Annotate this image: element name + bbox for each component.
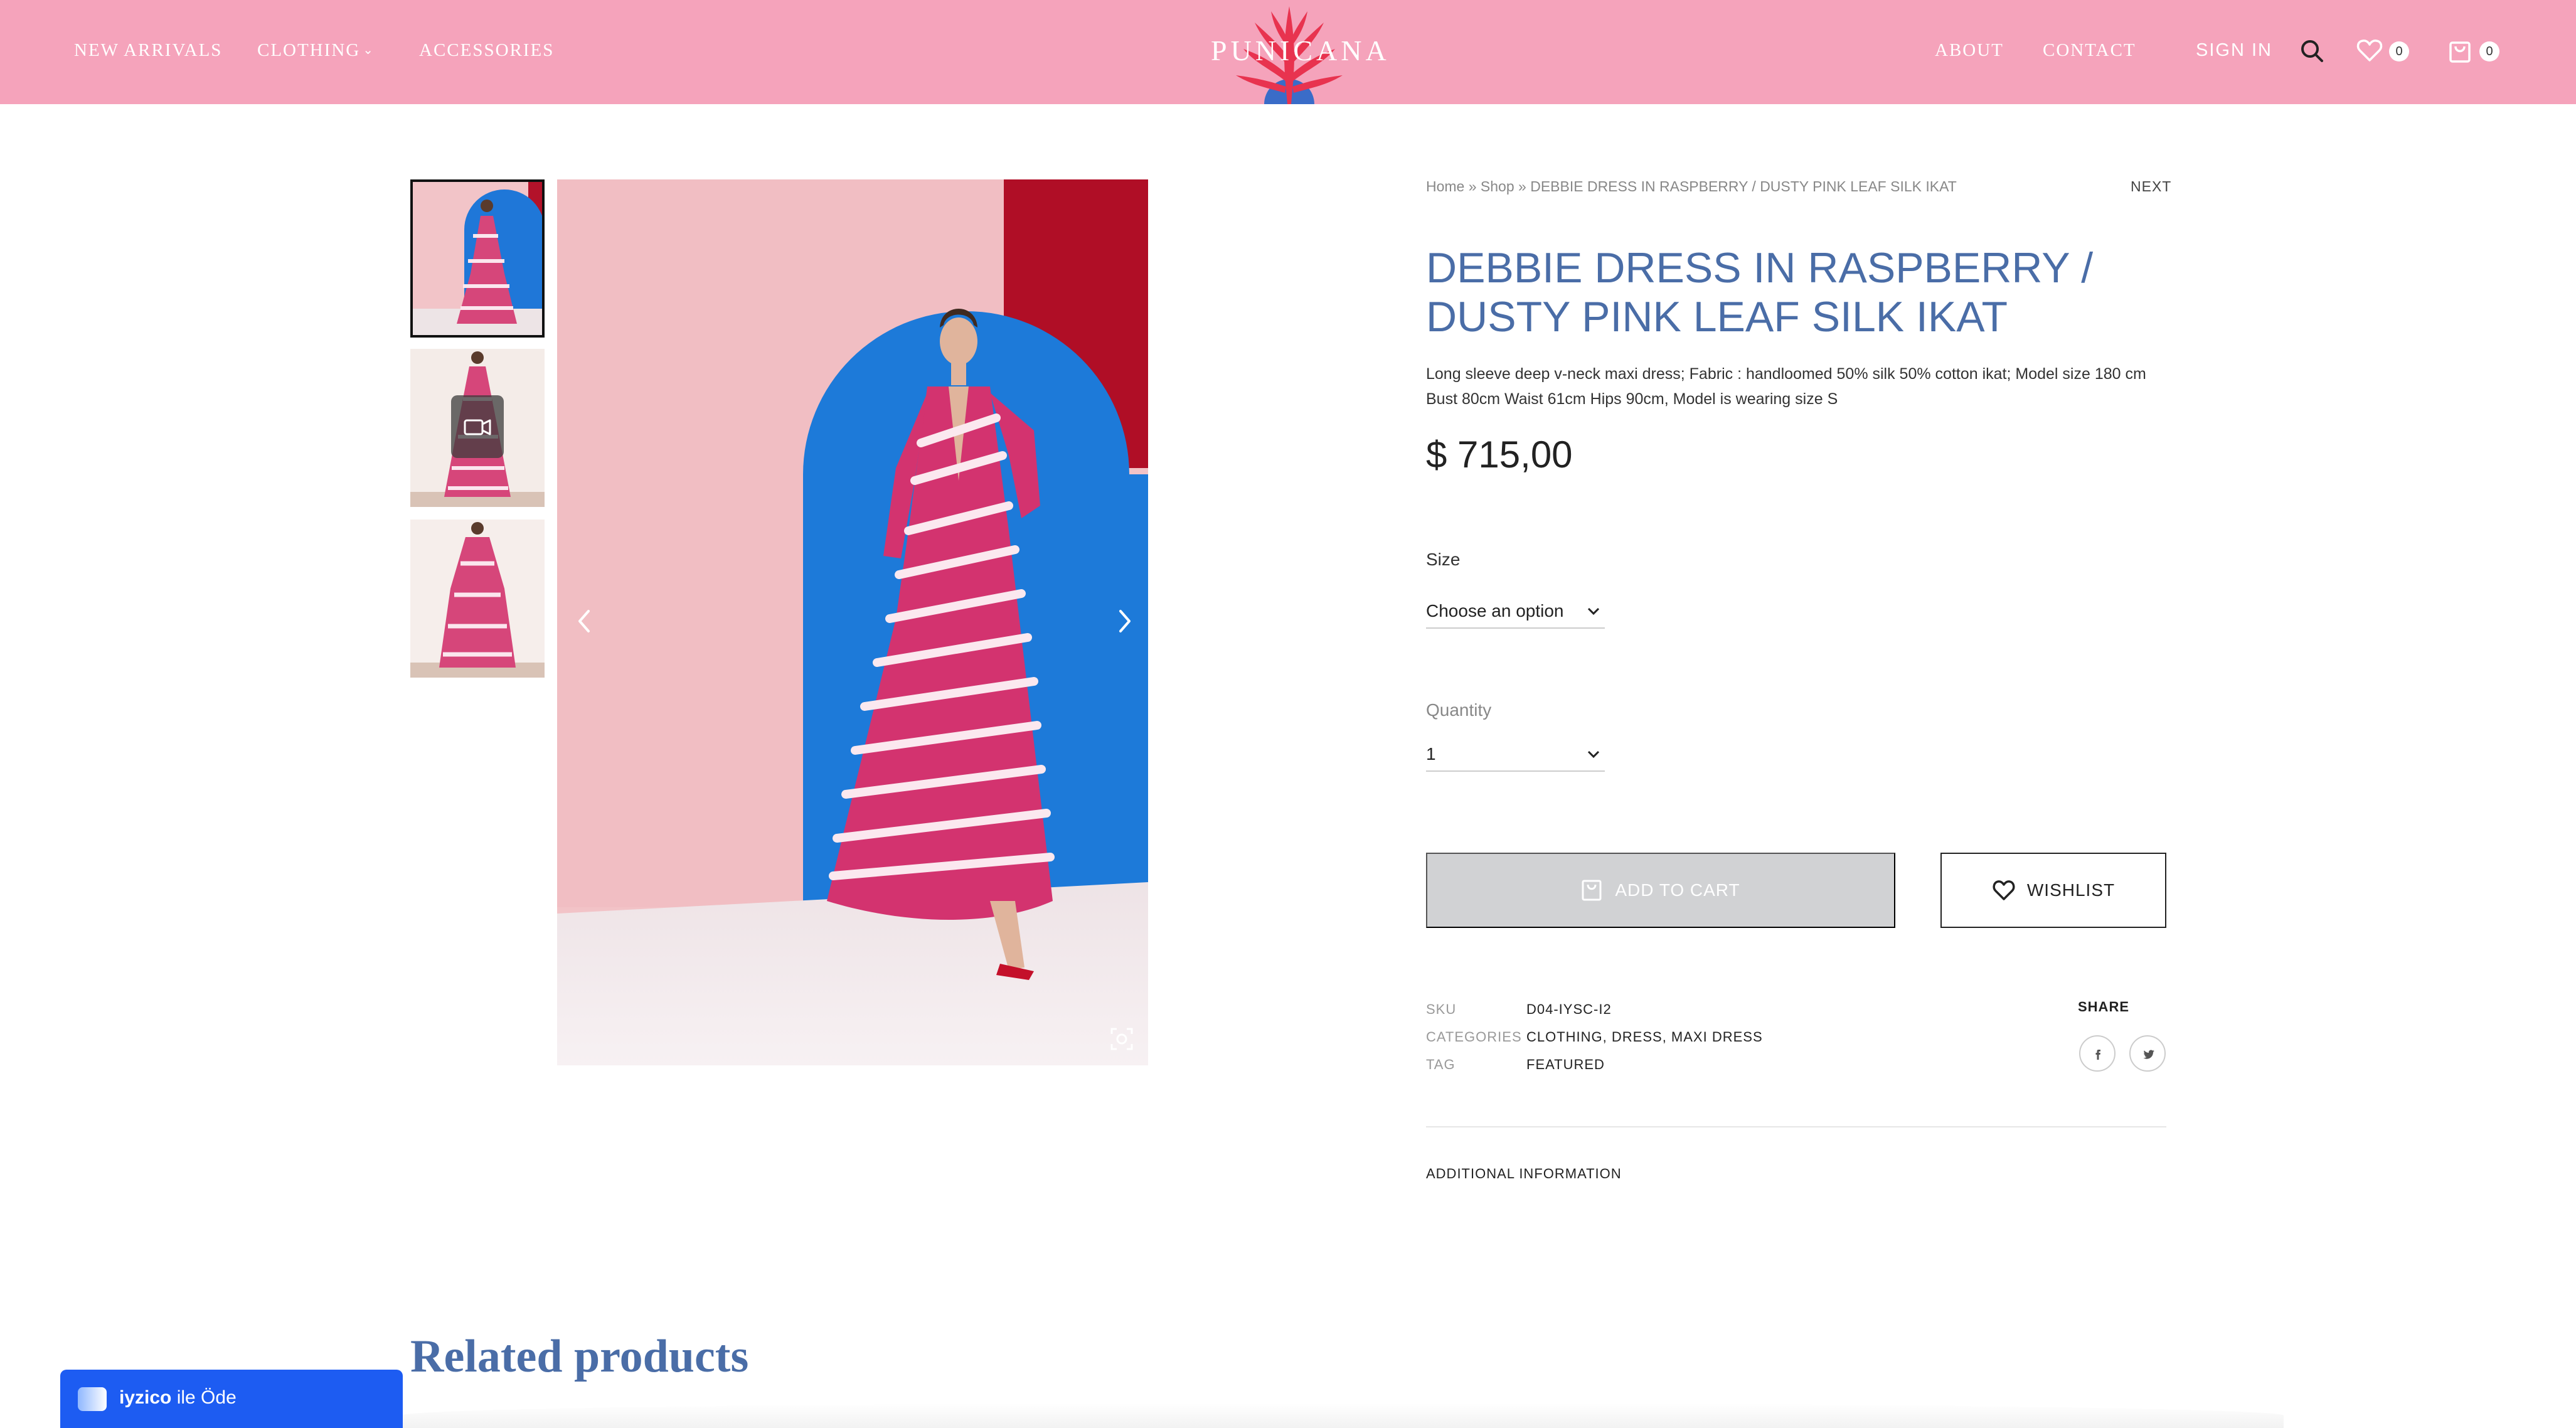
iyzico-pay-label: iyzico ile Öde bbox=[119, 1387, 237, 1409]
heart-icon bbox=[1993, 880, 2015, 900]
product-description: Long sleeve deep v-neck maxi dress; Fabr… bbox=[1426, 365, 2146, 408]
nav-new-arrivals[interactable]: NEW ARRIVALS bbox=[74, 40, 222, 61]
site-header: NEW ARRIVALS CLOTHING ⌄ ACCESSORIES PUNIC… bbox=[0, 0, 2576, 104]
iyzico-brand: iyzico bbox=[119, 1387, 172, 1408]
nav-clothing-label: CLOTHING bbox=[257, 40, 361, 60]
logo-text: PUNICANA bbox=[1211, 35, 1390, 67]
product-thumbnail[interactable] bbox=[410, 520, 545, 678]
add-to-cart-label: ADD TO CART bbox=[1615, 880, 1740, 900]
tag-value[interactable]: FEATURED bbox=[1526, 1057, 1605, 1073]
share-twitter-button[interactable] bbox=[2129, 1035, 2166, 1072]
add-to-cart-button[interactable]: ADD TO CART bbox=[1426, 853, 1895, 928]
quantity-select-value: 1 bbox=[1426, 744, 1436, 764]
related-products-heading: Related products bbox=[410, 1331, 749, 1382]
heart-icon[interactable] bbox=[2355, 36, 2384, 65]
tab-additional-information[interactable]: ADDITIONAL INFORMATION bbox=[1426, 1166, 1622, 1182]
search-icon[interactable] bbox=[2297, 36, 2326, 65]
nav-clothing[interactable]: CLOTHING ⌄ bbox=[257, 40, 375, 61]
product-photo bbox=[557, 179, 1148, 1065]
next-product-link[interactable]: NEXT bbox=[2131, 178, 2171, 195]
nav-about[interactable]: ABOUT bbox=[1935, 40, 2004, 61]
nav-sign-in[interactable]: SIGN IN bbox=[2196, 40, 2272, 61]
cart-icon bbox=[1582, 880, 1602, 901]
product-title: DEBBIE DRESS IN RASPBERRY / DUSTY PINK L… bbox=[1426, 244, 2094, 341]
zoom-icon[interactable] bbox=[1109, 1026, 1134, 1052]
arrow-right-icon[interactable] bbox=[1112, 602, 1137, 640]
thumbnail-image bbox=[410, 179, 545, 338]
facebook-icon bbox=[2095, 1050, 2100, 1060]
size-select[interactable]: Choose an option bbox=[1426, 597, 1605, 629]
quantity-select[interactable]: 1 bbox=[1426, 740, 1605, 772]
video-overlay bbox=[451, 395, 504, 458]
size-select-value: Choose an option bbox=[1426, 601, 1564, 621]
breadcrumb[interactable]: Home » Shop » DEBBIE DRESS IN RASPBERRY … bbox=[1426, 178, 1957, 195]
wishlist-button[interactable]: WISHLIST bbox=[1940, 853, 2166, 928]
chevron-down-icon bbox=[1587, 607, 1600, 615]
site-logo[interactable]: PUNICANA bbox=[1211, 0, 1390, 104]
related-products-carousel-edge bbox=[402, 1403, 2284, 1428]
quantity-label: Quantity bbox=[1426, 700, 1492, 720]
sku-value: D04-IYSC-I2 bbox=[1526, 1001, 1612, 1017]
tag-label: TAG bbox=[1426, 1057, 1456, 1072]
thumbnail-image bbox=[410, 520, 545, 678]
cart-icon[interactable] bbox=[2446, 36, 2474, 65]
wishlist-count-badge: 0 bbox=[2389, 41, 2409, 61]
nav-accessories[interactable]: ACCESSORIES bbox=[419, 40, 554, 61]
main-product-image[interactable] bbox=[557, 179, 1148, 1065]
nav-contact[interactable]: CONTACT bbox=[2043, 40, 2136, 61]
product-price: $ 715,00 bbox=[1426, 434, 1573, 476]
twitter-icon bbox=[2143, 1050, 2154, 1059]
wishlist-label: WISHLIST bbox=[2026, 880, 2116, 900]
chevron-down-icon bbox=[1587, 750, 1600, 759]
categories-label: CATEGORIES bbox=[1426, 1029, 1522, 1045]
cart-count-badge: 0 bbox=[2479, 41, 2499, 61]
iyzico-pay-button[interactable]: iyzico ile Öde bbox=[60, 1370, 403, 1428]
share-label: SHARE bbox=[2078, 999, 2130, 1015]
iyzico-suffix: ile Öde bbox=[171, 1387, 237, 1408]
product-thumbnail[interactable] bbox=[410, 179, 545, 338]
iyzico-logo-icon bbox=[78, 1387, 107, 1411]
video-camera-icon bbox=[464, 419, 491, 435]
product-thumbnail-video[interactable] bbox=[410, 349, 545, 507]
sku-label: SKU bbox=[1426, 1001, 1457, 1017]
share-facebook-button[interactable] bbox=[2079, 1035, 2116, 1072]
arrow-left-icon[interactable] bbox=[572, 602, 597, 640]
chevron-down-icon: ⌄ bbox=[363, 43, 375, 57]
section-divider bbox=[1426, 1126, 2166, 1127]
size-label: Size bbox=[1426, 550, 1461, 569]
categories-value[interactable]: CLOTHING, DRESS, MAXI DRESS bbox=[1526, 1029, 1763, 1045]
